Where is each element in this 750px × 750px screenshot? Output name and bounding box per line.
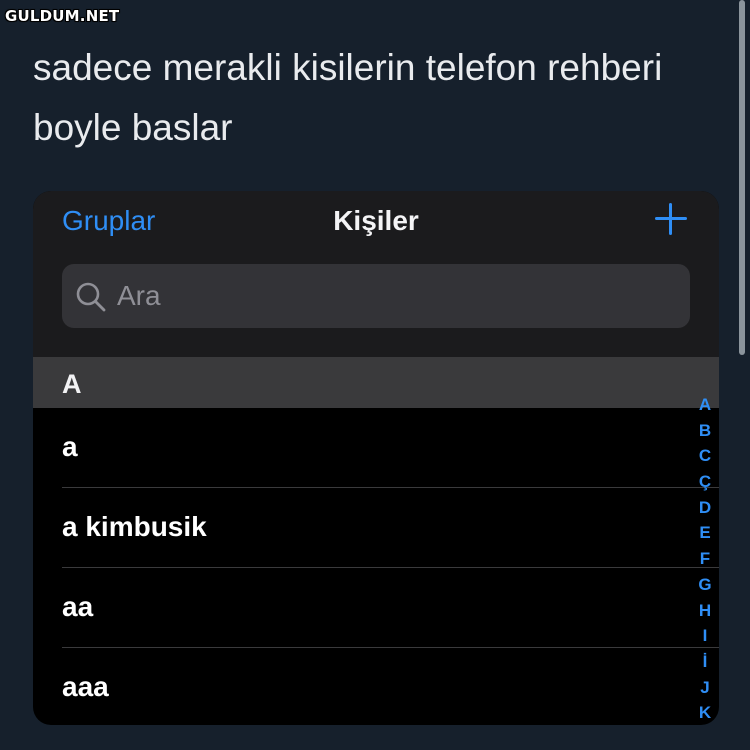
section-header: A: [33, 357, 719, 408]
contacts-screenshot: Gruplar Kişiler Ara A a a kimbusik aa aa…: [33, 191, 719, 725]
plus-icon[interactable]: [653, 201, 689, 237]
page-title: Kişiler: [333, 205, 419, 236]
tweet-text: sadece merakli kisilerin telefon rehberi…: [33, 47, 663, 148]
index-letter[interactable]: J: [700, 675, 709, 701]
contact-name: aaa: [62, 671, 109, 702]
alphabet-index[interactable]: A B C Ç D E F G H I İ J K: [692, 392, 718, 726]
index-letter[interactable]: K: [699, 700, 711, 726]
index-letter[interactable]: H: [699, 598, 711, 624]
section-letter: A: [62, 369, 82, 399]
index-letter[interactable]: E: [699, 520, 710, 546]
index-letter[interactable]: F: [700, 546, 710, 572]
index-letter[interactable]: D: [699, 495, 711, 521]
index-letter[interactable]: İ: [703, 649, 708, 675]
contact-name: a: [62, 431, 78, 462]
list-item[interactable]: a: [33, 408, 719, 488]
index-letter[interactable]: I: [703, 623, 708, 649]
list-item[interactable]: aa: [33, 568, 719, 648]
search-icon: [76, 282, 106, 312]
index-letter[interactable]: A: [699, 392, 711, 418]
index-letter[interactable]: B: [699, 418, 711, 444]
contact-name: aa: [62, 591, 94, 622]
watermark-logo: GULDUM.NET: [5, 7, 120, 25]
index-letter[interactable]: Ç: [699, 469, 711, 495]
index-letter[interactable]: G: [698, 572, 711, 598]
search-placeholder: Ara: [117, 280, 161, 311]
index-letter[interactable]: C: [699, 443, 711, 469]
list-item[interactable]: a kimbusik: [33, 488, 719, 568]
list-item[interactable]: aaa: [33, 648, 719, 725]
scrollbar[interactable]: [739, 0, 745, 355]
contacts-header: Gruplar Kişiler Ara: [33, 191, 719, 358]
contact-name: a kimbusik: [62, 511, 207, 542]
search-input[interactable]: Ara: [62, 264, 690, 328]
